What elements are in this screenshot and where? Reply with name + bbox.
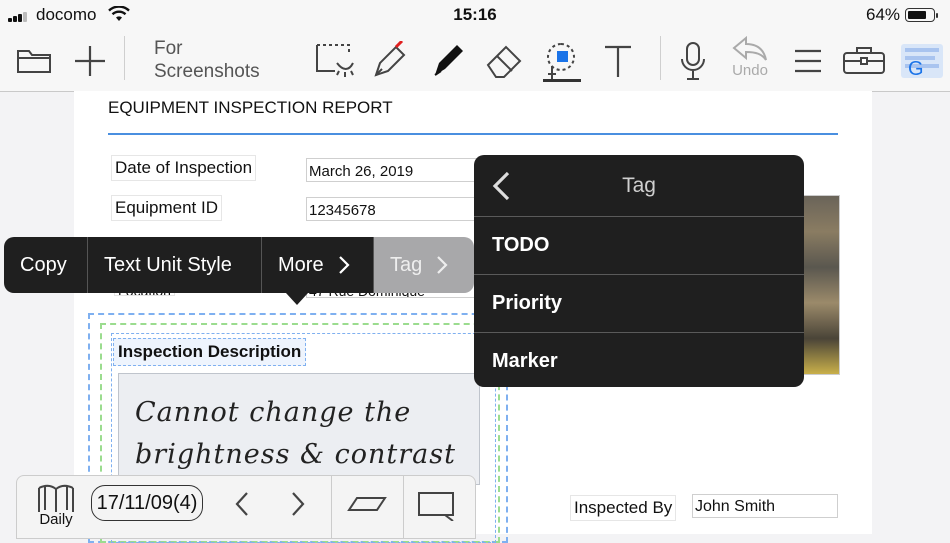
copy-menu-item[interactable]: Copy <box>4 237 88 293</box>
active-tool-indicator <box>543 79 581 82</box>
more-menu-item[interactable]: More <box>262 237 374 293</box>
toolbar-divider <box>660 36 661 80</box>
marker-icon <box>434 44 463 76</box>
date-of-inspection-label: Date of Inspection <box>111 155 257 181</box>
handwritten-note[interactable]: Cannot change the brightness & contrast <box>135 392 456 476</box>
inspected-by-field[interactable]: John Smith <box>692 494 838 518</box>
notebook-title-line1: For <box>154 38 183 59</box>
chevron-left-icon <box>235 492 248 516</box>
main-toolbar: For Screenshots Undo G <box>0 30 950 92</box>
page-view-button[interactable] <box>415 484 459 524</box>
book-icon <box>38 484 74 512</box>
previous-page-button[interactable] <box>227 484 257 524</box>
date-of-inspection-field[interactable]: March 26, 2019 <box>306 158 486 182</box>
region-select-icon <box>547 42 575 80</box>
inspection-description-label[interactable]: Inspection Description <box>113 338 307 366</box>
toolbox-button[interactable] <box>840 30 888 91</box>
document-title: EQUIPMENT INSPECTION REPORT <box>108 98 393 117</box>
battery-icon <box>905 8 938 22</box>
handwritten-line-2: brightness & contrast <box>135 439 456 470</box>
eraser-button[interactable] <box>482 30 526 91</box>
microphone-button[interactable] <box>676 30 710 91</box>
clock-time: 15:16 <box>453 5 497 24</box>
more-label: More <box>278 253 324 276</box>
lasso-select-button[interactable] <box>312 30 356 91</box>
menu-button[interactable] <box>790 30 826 91</box>
folder-button[interactable] <box>14 30 54 91</box>
translate-button[interactable]: G <box>900 30 944 91</box>
microphone-icon <box>681 41 705 80</box>
tag-option-priority[interactable]: Priority <box>474 275 804 333</box>
undo-icon <box>732 36 767 61</box>
eraser-icon <box>486 45 522 78</box>
toolbar-divider <box>124 36 125 80</box>
parallelogram-icon <box>347 497 387 511</box>
copy-label: Copy <box>20 253 67 276</box>
status-bar: docomo 15:16 64% <box>0 0 950 30</box>
page-layout-button[interactable] <box>343 484 391 524</box>
title-rule <box>108 133 838 135</box>
toolbox-icon <box>843 46 885 74</box>
text-unit-style-label: Text Unit Style <box>104 253 232 276</box>
date-page-button[interactable]: 17/11/09(4) <box>91 485 203 521</box>
equipment-photo <box>800 195 840 375</box>
inspected-by-label: Inspected By <box>570 495 677 521</box>
plus-icon <box>75 45 105 76</box>
marker-button[interactable] <box>425 30 469 91</box>
tag-option-todo[interactable]: TODO <box>474 217 804 275</box>
text-unit-style-menu-item[interactable]: Text Unit Style <box>88 237 262 293</box>
tag-label: Tag <box>390 253 423 276</box>
tag-option-marker[interactable]: Marker <box>474 333 804 387</box>
next-page-button[interactable] <box>283 484 313 524</box>
svg-text:G: G <box>908 58 924 80</box>
tag-submenu-header: Tag <box>474 155 804 217</box>
screen-icon <box>418 492 454 521</box>
undo-button[interactable]: Undo <box>724 30 776 91</box>
daily-label: Daily <box>39 511 73 528</box>
daily-button[interactable]: Daily <box>35 484 77 532</box>
handwritten-line-1: Cannot change the <box>135 397 412 428</box>
hamburger-menu-icon <box>795 49 821 72</box>
equipment-id-label: Equipment ID <box>111 195 222 221</box>
tag-submenu: Tag TODO Priority Marker <box>474 155 804 387</box>
folder-icon <box>17 49 51 73</box>
undo-label: Undo <box>732 62 768 79</box>
text-tool-icon <box>605 45 631 77</box>
notebook-title-line2: Screenshots <box>154 61 260 82</box>
tag-menu-item[interactable]: Tag <box>374 237 474 293</box>
tag-submenu-title: Tag <box>622 174 656 197</box>
bar-divider <box>403 476 404 538</box>
translate-icon: G <box>901 43 943 80</box>
equipment-id-field[interactable]: 12345678 <box>306 197 486 221</box>
fountain-pen-icon <box>374 40 406 77</box>
add-button[interactable] <box>70 30 110 91</box>
bar-divider <box>331 476 332 538</box>
text-tool-button[interactable] <box>598 30 638 91</box>
fountain-pen-button[interactable] <box>368 30 412 91</box>
page-navigation-bar: Daily 17/11/09(4) <box>16 475 476 539</box>
notebook-title-button[interactable]: For Screenshots <box>154 37 260 83</box>
context-menu: Copy Text Unit Style More Tag <box>4 237 474 293</box>
lasso-select-icon <box>316 43 354 77</box>
chevron-right-icon <box>437 256 448 274</box>
battery-percent: 64% <box>866 5 901 24</box>
chevron-right-icon <box>292 492 305 516</box>
context-menu-pointer <box>286 293 308 305</box>
chevron-right-icon <box>338 256 350 274</box>
